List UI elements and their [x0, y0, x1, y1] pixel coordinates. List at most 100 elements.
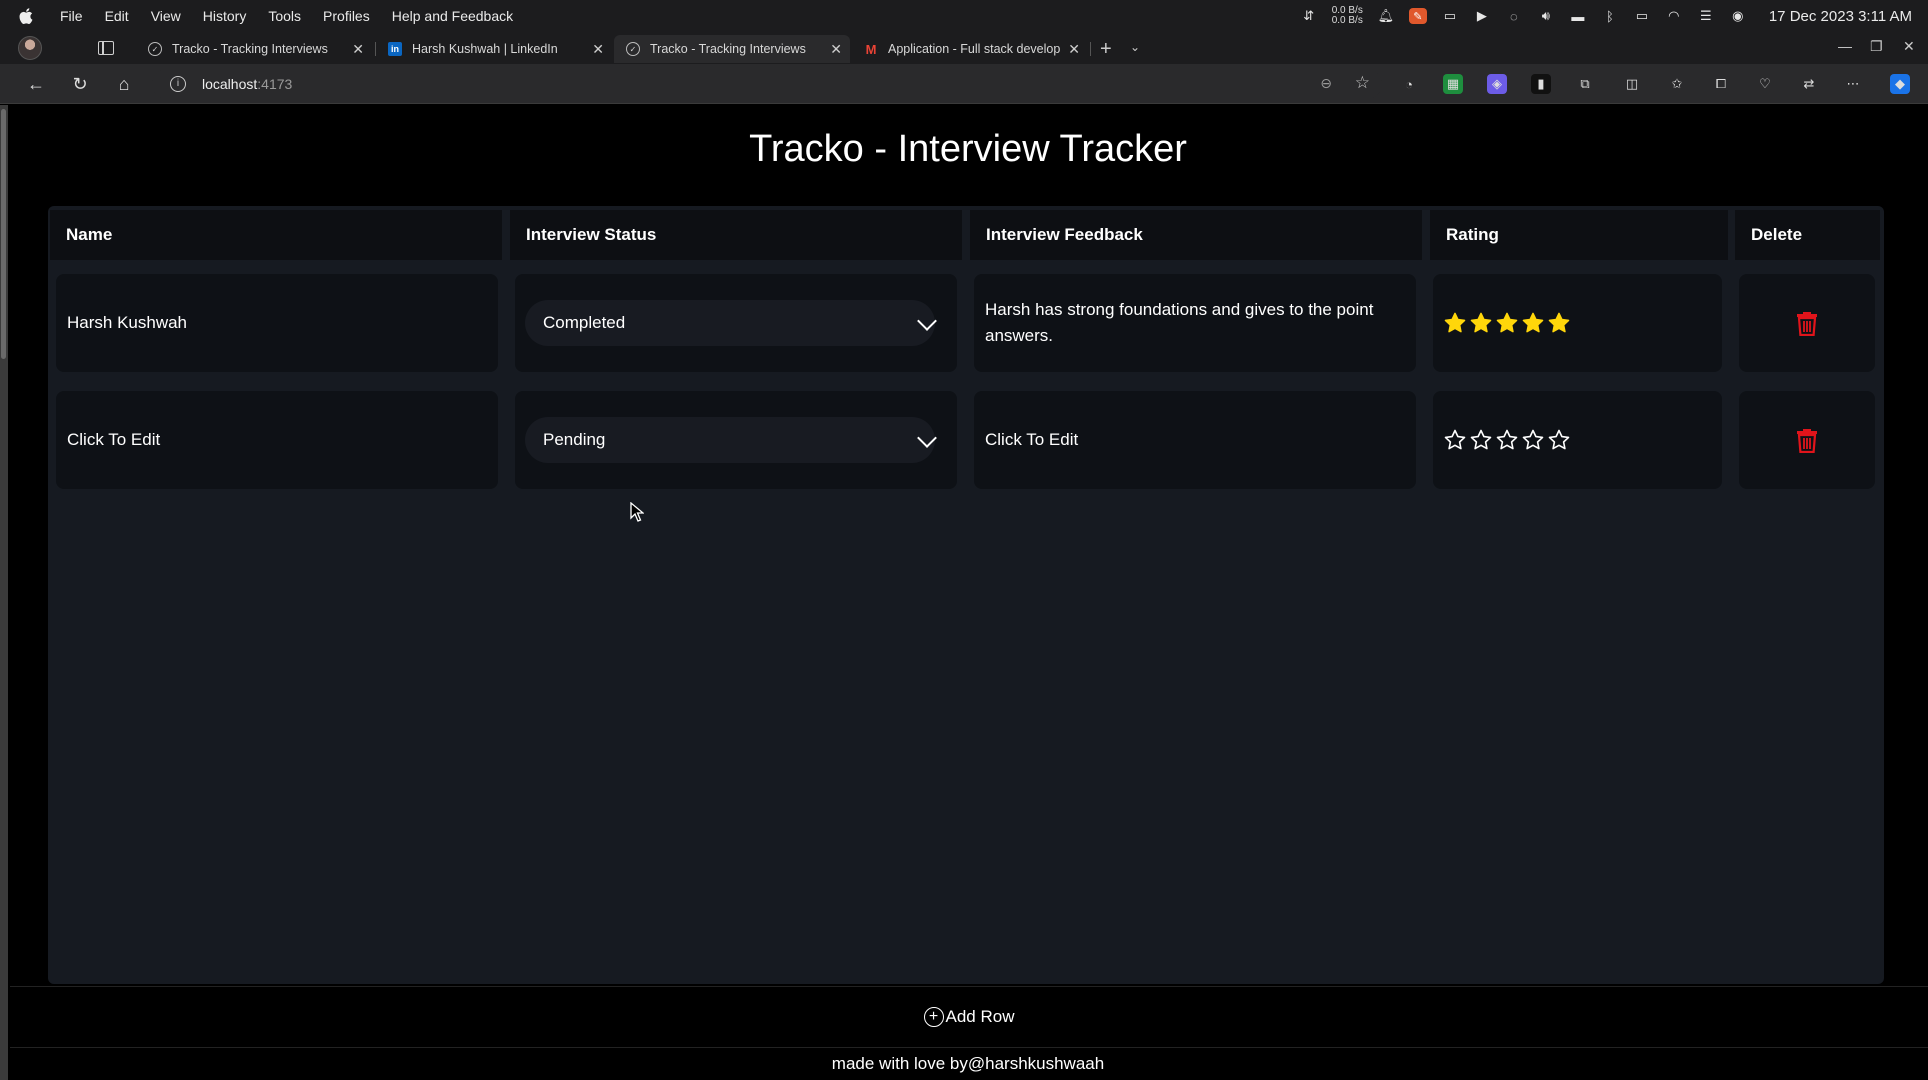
feedback-cell[interactable]: Click To Edit: [974, 391, 1416, 489]
lightbulb-icon[interactable]: ◌: [1505, 8, 1523, 24]
control-center-icon[interactable]: ☰: [1697, 8, 1715, 24]
feedback-text[interactable]: Harsh has strong foundations and gives t…: [985, 297, 1376, 349]
tab-title: Tracko - Tracking Interviews: [650, 42, 806, 56]
menu-help[interactable]: Help and Feedback: [392, 8, 513, 24]
window-close-icon[interactable]: ✕: [1903, 38, 1915, 55]
column-header-status: Interview Status: [510, 210, 962, 260]
star-filled-icon[interactable]: [1470, 312, 1492, 334]
network-speed: 0.0 B/s 0.0 B/s: [1332, 6, 1363, 26]
apple-icon[interactable]: [14, 0, 38, 32]
status-value: Pending: [543, 430, 606, 449]
extensions-puzzle-icon[interactable]: ⧉: [1575, 74, 1595, 94]
extension-purple-icon[interactable]: ◈: [1487, 74, 1507, 94]
tab-title: Harsh Kushwah | LinkedIn: [412, 42, 558, 56]
favorite-star-icon[interactable]: ☆: [1355, 73, 1370, 93]
volume-icon[interactable]: 🔊︎: [1537, 8, 1555, 24]
star-empty-icon[interactable]: [1522, 429, 1544, 451]
clipboard-icon[interactable]: ▭: [1441, 8, 1459, 24]
feedback-text[interactable]: Click To Edit: [985, 427, 1078, 453]
wifi-icon[interactable]: ◠: [1665, 8, 1683, 24]
name-cell[interactable]: Click To Edit: [56, 391, 498, 489]
delete-cell: [1739, 391, 1875, 489]
trash-icon[interactable]: [1796, 310, 1818, 336]
menu-history[interactable]: History: [203, 8, 247, 24]
feedback-cell[interactable]: Harsh has strong foundations and gives t…: [974, 274, 1416, 372]
menu-tools[interactable]: Tools: [268, 8, 301, 24]
restore-icon[interactable]: ❐: [1870, 38, 1883, 55]
tab-linkedin[interactable]: in Harsh Kushwah | LinkedIn ✕: [376, 35, 612, 63]
star-rating[interactable]: [1444, 429, 1570, 451]
status-select[interactable]: Completed: [525, 300, 935, 346]
close-icon[interactable]: ✕: [352, 41, 364, 58]
left-scrollbar[interactable]: [0, 105, 8, 1080]
tab-actions-icon[interactable]: [98, 41, 114, 55]
menu-edit[interactable]: Edit: [105, 8, 129, 24]
more-menu-icon[interactable]: ⋯: [1843, 74, 1863, 94]
column-header-delete: Delete: [1735, 210, 1880, 260]
star-empty-icon[interactable]: [1548, 429, 1570, 451]
page-title: Tracko - Interview Tracker: [749, 128, 1187, 170]
star-rating[interactable]: [1444, 312, 1570, 334]
linkedin-favicon-icon: in: [388, 42, 402, 56]
name-cell[interactable]: Harsh Kushwah: [56, 274, 498, 372]
extension-glasses-icon[interactable]: ◔: [1399, 74, 1419, 94]
status-select[interactable]: Pending: [525, 417, 935, 463]
candidate-name[interactable]: Harsh Kushwah: [67, 313, 187, 333]
zoom-out-icon[interactable]: ⊖: [1320, 75, 1332, 92]
new-tab-plus-icon[interactable]: +: [1100, 38, 1112, 61]
close-icon[interactable]: ✕: [830, 41, 842, 58]
tab-list-chevron-icon[interactable]: ⌄: [1130, 40, 1140, 54]
url-port: :4173: [257, 76, 293, 92]
url-text[interactable]: localhost:4173: [202, 76, 292, 92]
profile-avatar[interactable]: [18, 36, 42, 60]
candidate-name[interactable]: Click To Edit: [67, 430, 160, 450]
bell-icon[interactable]: 🔔︎: [1377, 8, 1395, 24]
back-arrow-icon[interactable]: ←: [24, 72, 48, 96]
menu-profiles[interactable]: Profiles: [323, 8, 370, 24]
menu-file[interactable]: File: [60, 8, 83, 24]
address-bar[interactable]: i localhost:4173 ⊖ ☆: [152, 69, 1382, 99]
star-empty-icon[interactable]: [1470, 429, 1492, 451]
tracko-favicon-icon: ✓: [148, 42, 162, 56]
display-icon[interactable]: ▭: [1633, 8, 1651, 24]
tab-gmail-application[interactable]: M Application - Full stack develop ✕: [852, 35, 1088, 63]
column-header-rating: Rating: [1430, 210, 1728, 260]
menu-view[interactable]: View: [151, 8, 181, 24]
trash-icon[interactable]: [1796, 427, 1818, 453]
menubar-clock[interactable]: 17 Dec 2023 3:11 AM: [1769, 8, 1912, 25]
close-icon[interactable]: ✕: [592, 41, 604, 58]
star-empty-icon[interactable]: [1444, 429, 1466, 451]
star-filled-icon[interactable]: [1522, 312, 1544, 334]
add-row-button[interactable]: + Add Row: [10, 986, 1928, 1048]
performance-icon[interactable]: ♡: [1755, 74, 1775, 94]
home-icon[interactable]: ⌂: [112, 72, 136, 96]
copilot-icon[interactable]: ◆: [1890, 74, 1910, 94]
tab-tracko-active[interactable]: ✓ Tracko - Tracking Interviews ✕: [614, 35, 850, 63]
extension-dark-icon[interactable]: ▮: [1531, 74, 1551, 94]
tracko-favicon-icon: ✓: [626, 42, 640, 56]
star-filled-icon[interactable]: [1496, 312, 1518, 334]
split-screen-icon[interactable]: ◫: [1622, 74, 1642, 94]
favorites-icon[interactable]: ✩: [1667, 74, 1687, 94]
app-tray-icon[interactable]: ✎: [1408, 8, 1427, 24]
bluetooth-icon[interactable]: ᛒ: [1601, 8, 1619, 24]
star-filled-icon[interactable]: [1548, 312, 1570, 334]
share-icon[interactable]: ⇄: [1799, 74, 1819, 94]
reload-icon[interactable]: ↻: [68, 72, 92, 96]
battery-icon[interactable]: ▬: [1569, 8, 1587, 24]
column-header-name: Name: [50, 210, 502, 260]
star-empty-icon[interactable]: [1496, 429, 1518, 451]
minimize-icon[interactable]: —: [1838, 38, 1852, 54]
column-header-feedback: Interview Feedback: [970, 210, 1422, 260]
network-arrows-icon: ⇵: [1303, 8, 1315, 23]
site-info-icon[interactable]: i: [170, 76, 186, 92]
star-filled-icon[interactable]: [1444, 312, 1466, 334]
play-icon[interactable]: ▶: [1473, 8, 1491, 24]
tab-tracko-1[interactable]: ✓ Tracko - Tracking Interviews ✕: [136, 35, 372, 63]
system-menubar: File Edit View History Tools Profiles He…: [0, 0, 1928, 32]
siri-icon[interactable]: ◉: [1729, 8, 1747, 24]
close-icon[interactable]: ✕: [1068, 41, 1080, 58]
extension-sheets-icon[interactable]: ▦: [1443, 74, 1463, 94]
collections-icon[interactable]: ⧠: [1711, 74, 1731, 94]
tab-divider: [1090, 42, 1091, 56]
